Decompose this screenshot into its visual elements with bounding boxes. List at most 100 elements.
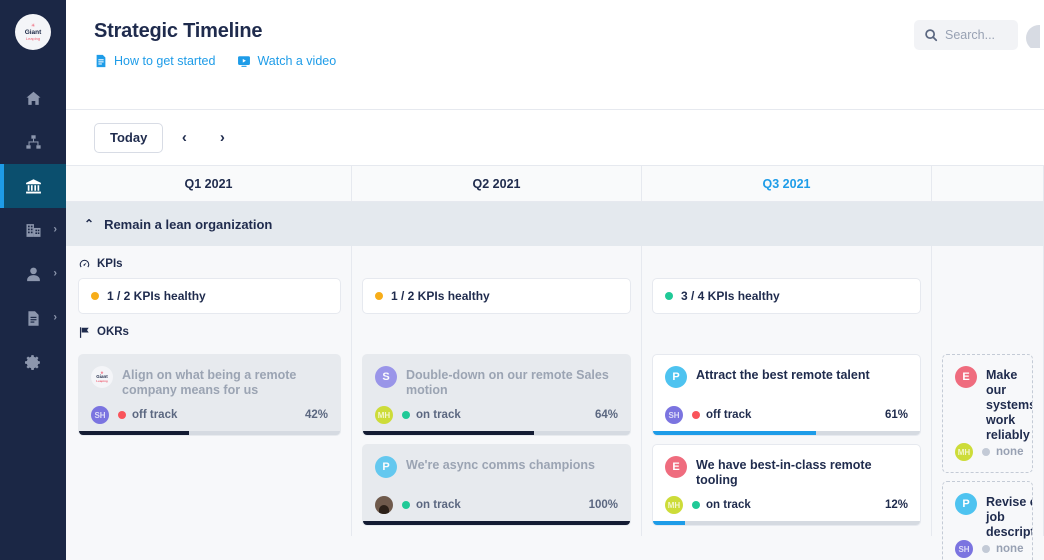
okr-progress-fill	[79, 431, 189, 435]
okr-assignee-avatar[interactable]: MH	[665, 496, 683, 514]
okr-card-footer: MH none	[955, 443, 1023, 472]
building-icon	[25, 222, 42, 239]
quarter-header-3[interactable]: Q3 2021	[642, 166, 932, 201]
okr-status-dot	[692, 501, 700, 509]
quarter-header-1[interactable]: Q1 2021	[66, 166, 352, 201]
okr-owner-badge: P	[375, 456, 397, 478]
okr-progress-bar	[653, 431, 920, 435]
user-avatar[interactable]	[1026, 22, 1040, 48]
kpi-summary-card[interactable]: 1 / 2 KPIs healthy	[78, 278, 341, 314]
okr-progress-fill	[653, 521, 686, 525]
org-chart-icon	[25, 134, 42, 151]
okr-status: off track	[692, 409, 751, 421]
timeline-column-4: KPIsOKRsEMake our systems work reliablyM…	[932, 246, 1044, 560]
quarter-label: Q2 2021	[472, 176, 521, 191]
okr-status-dot	[982, 545, 990, 553]
okr-progress-fill	[363, 521, 630, 525]
sidebar-item-org-chart[interactable]	[0, 120, 66, 164]
sidebar-item-settings[interactable]	[0, 340, 66, 384]
sidebar-item-documents[interactable]: ›	[0, 296, 66, 340]
kpis-section-label: KPIs	[78, 250, 341, 278]
quarter-header-4[interactable]	[932, 166, 1044, 201]
kpi-summary-label: 1 / 2 KPIs healthy	[107, 289, 206, 303]
okr-status-label: off track	[706, 409, 752, 421]
sidebar-item-strategy[interactable]	[0, 164, 66, 208]
okr-card[interactable]: P Revise our job descriptions SH none	[942, 481, 1033, 560]
okr-assignee-avatar[interactable]: SH	[665, 406, 683, 424]
okr-card[interactable]: P We're async comms champions on track 100%	[362, 444, 631, 526]
okr-status-label: on track	[416, 409, 461, 421]
okr-card-footer: SH none	[955, 540, 1024, 560]
kpi-status-dot	[375, 292, 383, 300]
okr-progress-percent: 42%	[304, 409, 328, 421]
okr-status-dot	[118, 411, 126, 419]
okr-status: on track	[692, 499, 751, 511]
kpi-empty-slot	[942, 278, 1033, 314]
okr-status-dot	[692, 411, 700, 419]
okr-card-header: E We have best-in-class remote tooling	[665, 456, 908, 488]
chevron-right-icon[interactable]: ›	[53, 224, 57, 236]
okr-owner-badge: E	[955, 366, 977, 388]
quarter-label: Q1 2021	[184, 176, 233, 191]
okr-progress-fill	[653, 431, 816, 435]
gauge-icon	[78, 258, 91, 271]
help-links: How to get started Watch a video	[94, 54, 336, 68]
badge-sub: Leaping	[96, 378, 108, 383]
okr-assignee-avatar[interactable]: MH	[375, 406, 393, 424]
document-icon	[25, 310, 42, 327]
group-header[interactable]: ⌃ Remain a lean organization	[66, 202, 1044, 246]
collapse-caret-icon: ⌃	[84, 217, 95, 231]
previous-period-button[interactable]: ‹	[167, 123, 201, 153]
quarter-header-2[interactable]: Q2 2021	[352, 166, 642, 201]
person-icon	[25, 266, 42, 283]
watch-a-video-label: Watch a video	[257, 54, 337, 68]
video-icon	[237, 54, 251, 68]
okr-assignee-avatar[interactable]: SH	[955, 540, 973, 558]
how-to-get-started-label: How to get started	[114, 54, 216, 68]
company-logo[interactable]: ✳ Giant Leaping	[15, 14, 51, 50]
main-area: Strategic Timeline How to get started Wa…	[66, 0, 1044, 560]
sidebar: ✳ Giant Leaping › › ›	[0, 0, 66, 560]
sidebar-item-home[interactable]	[0, 76, 66, 120]
gear-icon	[24, 354, 42, 371]
logo-name: Giant	[24, 28, 42, 36]
okr-card-header: P Revise our job descriptions	[955, 493, 1032, 540]
okr-progress-bar	[79, 431, 340, 435]
okr-status-dot	[402, 411, 410, 419]
kpi-summary-card[interactable]: 3 / 4 KPIs healthy	[652, 278, 921, 314]
bank-icon	[25, 178, 42, 195]
okr-assignee-avatar[interactable]: MH	[955, 443, 973, 461]
kpi-status-dot	[665, 292, 673, 300]
okr-card[interactable]: ✳ Giant Leaping Align on what being a remot…	[78, 354, 341, 436]
watch-a-video-link[interactable]: Watch a video	[237, 54, 336, 68]
page-title: Strategic Timeline	[94, 20, 263, 42]
next-period-button[interactable]: ›	[205, 123, 239, 153]
okr-progress-percent: 61%	[884, 409, 908, 421]
okr-assignee-avatar[interactable]: SH	[91, 406, 109, 424]
okr-assignee-avatar[interactable]	[375, 496, 393, 514]
okr-status-dot	[402, 501, 410, 509]
okr-card[interactable]: P Attract the best remote talent SH off tra…	[652, 354, 921, 436]
okr-card[interactable]: E Make our systems work reliably MH none	[942, 354, 1033, 473]
search-box[interactable]	[914, 20, 1018, 50]
okrs-label-text: OKRs	[97, 326, 129, 338]
okr-status-label: on track	[416, 499, 461, 511]
okr-status: on track	[402, 409, 461, 421]
kpi-summary-card[interactable]: 1 / 2 KPIs healthy	[362, 278, 631, 314]
sidebar-items: › › ›	[0, 76, 66, 384]
document-icon	[94, 54, 108, 68]
okr-card[interactable]: E We have best-in-class remote tooling MH o…	[652, 444, 921, 526]
sidebar-item-people[interactable]: ›	[0, 252, 66, 296]
sidebar-item-company[interactable]: ›	[0, 208, 66, 252]
chevron-right-icon[interactable]: ›	[53, 312, 57, 324]
okr-status-dot	[982, 448, 990, 456]
okr-status-label: none	[996, 543, 1024, 555]
today-button[interactable]: Today	[94, 122, 164, 153]
okr-card[interactable]: S Double-down on our remote Sales motion M…	[362, 354, 631, 436]
search-input[interactable]	[945, 28, 1008, 42]
chevron-right-icon[interactable]: ›	[53, 268, 57, 280]
okr-owner-badge: P	[955, 493, 977, 515]
how-to-get-started-link[interactable]: How to get started	[94, 54, 215, 68]
flag-icon	[78, 326, 91, 339]
timeline-column-3: KPIs3 / 4 KPIs healthyOKRsPAttract the b…	[642, 246, 932, 536]
